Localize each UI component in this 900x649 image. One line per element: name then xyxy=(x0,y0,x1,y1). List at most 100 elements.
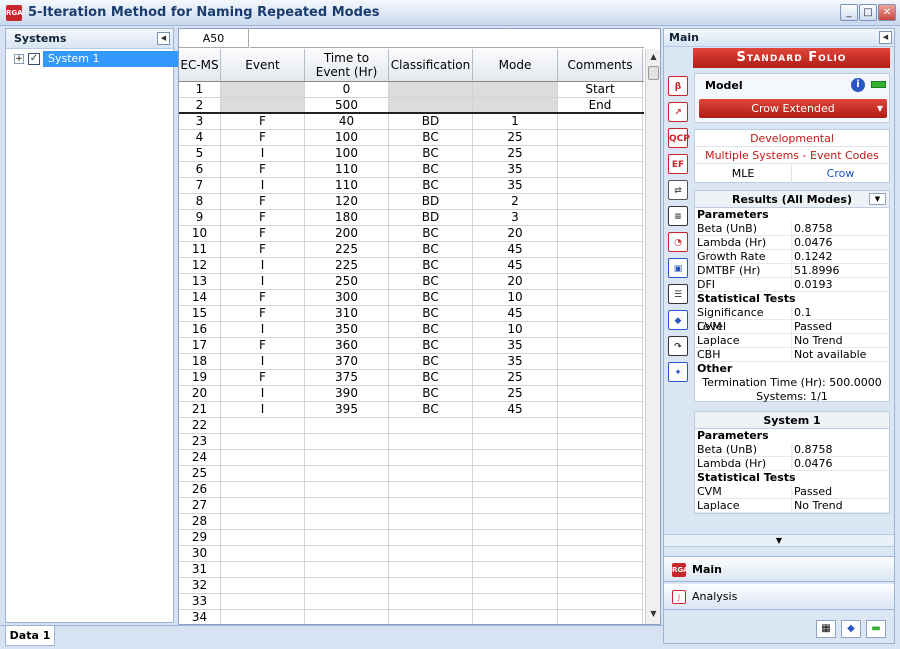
setting-model[interactable]: Crow xyxy=(792,165,889,183)
time-cell[interactable] xyxy=(305,530,389,545)
collapse-systems-button[interactable]: ◀ xyxy=(157,32,170,45)
mode-cell[interactable] xyxy=(473,610,558,624)
wizard-icon[interactable]: ✦ xyxy=(668,362,688,382)
mission-icon[interactable]: ▣ xyxy=(668,258,688,278)
comments-cell[interactable] xyxy=(558,114,643,129)
row-number[interactable]: 27 xyxy=(179,498,221,513)
mode-cell[interactable]: 45 xyxy=(473,306,558,321)
mode-cell[interactable] xyxy=(473,466,558,481)
spreadsheet-icon[interactable]: ▦ xyxy=(816,620,836,638)
transfer-icon[interactable]: ⇄ xyxy=(668,180,688,200)
classification-cell[interactable]: BC xyxy=(389,226,473,241)
classification-cell[interactable] xyxy=(389,418,473,433)
comments-cell[interactable] xyxy=(558,402,643,417)
mode-cell[interactable]: 1 xyxy=(473,114,558,129)
time-cell[interactable]: 100 xyxy=(305,130,389,145)
row-number[interactable]: 34 xyxy=(179,610,221,624)
time-cell[interactable]: 180 xyxy=(305,210,389,225)
model-dropdown[interactable]: Crow Extended ▼ xyxy=(699,99,887,118)
row-number[interactable]: 24 xyxy=(179,450,221,465)
nav-main[interactable]: RGA Main xyxy=(664,556,894,582)
comments-cell[interactable] xyxy=(558,546,643,561)
classification-cell[interactable]: BD xyxy=(389,114,473,129)
mode-cell[interactable]: 45 xyxy=(473,258,558,273)
event-cell[interactable] xyxy=(221,530,305,545)
row-number[interactable]: 11 xyxy=(179,242,221,257)
event-cell[interactable]: I xyxy=(221,178,305,193)
column-header-ecms[interactable]: EC-MS xyxy=(179,49,221,81)
time-cell[interactable] xyxy=(305,514,389,529)
status-green-icon[interactable]: ▬ xyxy=(866,620,886,638)
row-number[interactable]: 20 xyxy=(179,386,221,401)
classification-cell[interactable]: BC xyxy=(389,386,473,401)
event-cell[interactable]: F xyxy=(221,370,305,385)
results-chevron-icon[interactable]: ▼ xyxy=(869,193,886,205)
time-cell[interactable] xyxy=(305,594,389,609)
comments-cell[interactable] xyxy=(558,514,643,529)
row-number[interactable]: 5 xyxy=(179,146,221,161)
comments-cell[interactable] xyxy=(558,434,643,449)
comments-cell[interactable] xyxy=(558,210,643,225)
time-cell[interactable] xyxy=(305,450,389,465)
plot-icon[interactable]: ↗ xyxy=(668,102,688,122)
setting-developmental[interactable]: Developmental xyxy=(695,130,889,147)
event-cell[interactable]: I xyxy=(221,354,305,369)
event-cell[interactable]: F xyxy=(221,242,305,257)
time-cell[interactable]: 375 xyxy=(305,370,389,385)
time-cell[interactable]: 370 xyxy=(305,354,389,369)
classification-cell[interactable] xyxy=(389,82,473,97)
system-tree-item[interactable]: + ✓ System 1 xyxy=(12,51,179,67)
tab-data-1[interactable]: Data 1 xyxy=(5,626,55,646)
time-cell[interactable] xyxy=(305,578,389,593)
time-cell[interactable]: 225 xyxy=(305,258,389,273)
event-cell[interactable] xyxy=(221,594,305,609)
mode-cell[interactable] xyxy=(473,594,558,609)
close-button[interactable]: ✕ xyxy=(878,4,896,21)
mode-cell[interactable] xyxy=(473,450,558,465)
diamond-icon[interactable]: ◆ xyxy=(841,620,861,638)
time-cell[interactable] xyxy=(305,482,389,497)
comments-cell[interactable] xyxy=(558,466,643,481)
row-number[interactable]: 28 xyxy=(179,514,221,529)
classification-cell[interactable] xyxy=(389,498,473,513)
mode-cell[interactable] xyxy=(473,530,558,545)
comments-cell[interactable] xyxy=(558,498,643,513)
classification-cell[interactable]: BC xyxy=(389,354,473,369)
comments-cell[interactable] xyxy=(558,354,643,369)
event-cell[interactable] xyxy=(221,578,305,593)
comments-cell[interactable]: Start xyxy=(558,82,643,97)
mode-cell[interactable]: 25 xyxy=(473,130,558,145)
comments-cell[interactable] xyxy=(558,594,643,609)
row-number[interactable]: 19 xyxy=(179,370,221,385)
classification-cell[interactable] xyxy=(389,594,473,609)
event-cell[interactable]: F xyxy=(221,306,305,321)
report-icon[interactable]: ≡ xyxy=(668,206,688,226)
classification-cell[interactable] xyxy=(389,610,473,624)
scroll-up-icon[interactable]: ▲ xyxy=(646,49,660,65)
mode-cell[interactable]: 20 xyxy=(473,226,558,241)
row-number[interactable]: 33 xyxy=(179,594,221,609)
time-cell[interactable]: 110 xyxy=(305,178,389,193)
time-cell[interactable] xyxy=(305,546,389,561)
event-cell[interactable]: F xyxy=(221,226,305,241)
row-number[interactable]: 4 xyxy=(179,130,221,145)
event-cell[interactable]: F xyxy=(221,210,305,225)
classification-cell[interactable] xyxy=(389,482,473,497)
mode-cell[interactable] xyxy=(473,562,558,577)
event-cell[interactable]: I xyxy=(221,274,305,289)
event-cell[interactable] xyxy=(221,562,305,577)
comments-cell[interactable] xyxy=(558,162,643,177)
comments-cell[interactable] xyxy=(558,562,643,577)
comments-cell[interactable] xyxy=(558,306,643,321)
comments-cell[interactable] xyxy=(558,274,643,289)
classification-cell[interactable] xyxy=(389,578,473,593)
classification-cell[interactable]: BD xyxy=(389,194,473,209)
time-cell[interactable] xyxy=(305,466,389,481)
collapse-main-button[interactable]: ◀ xyxy=(879,31,892,44)
row-number[interactable]: 8 xyxy=(179,194,221,209)
classification-cell[interactable]: BC xyxy=(389,290,473,305)
redo-icon[interactable]: ↷ xyxy=(668,336,688,356)
event-cell[interactable]: F xyxy=(221,130,305,145)
row-number[interactable]: 31 xyxy=(179,562,221,577)
formula-bar[interactable] xyxy=(250,29,644,48)
